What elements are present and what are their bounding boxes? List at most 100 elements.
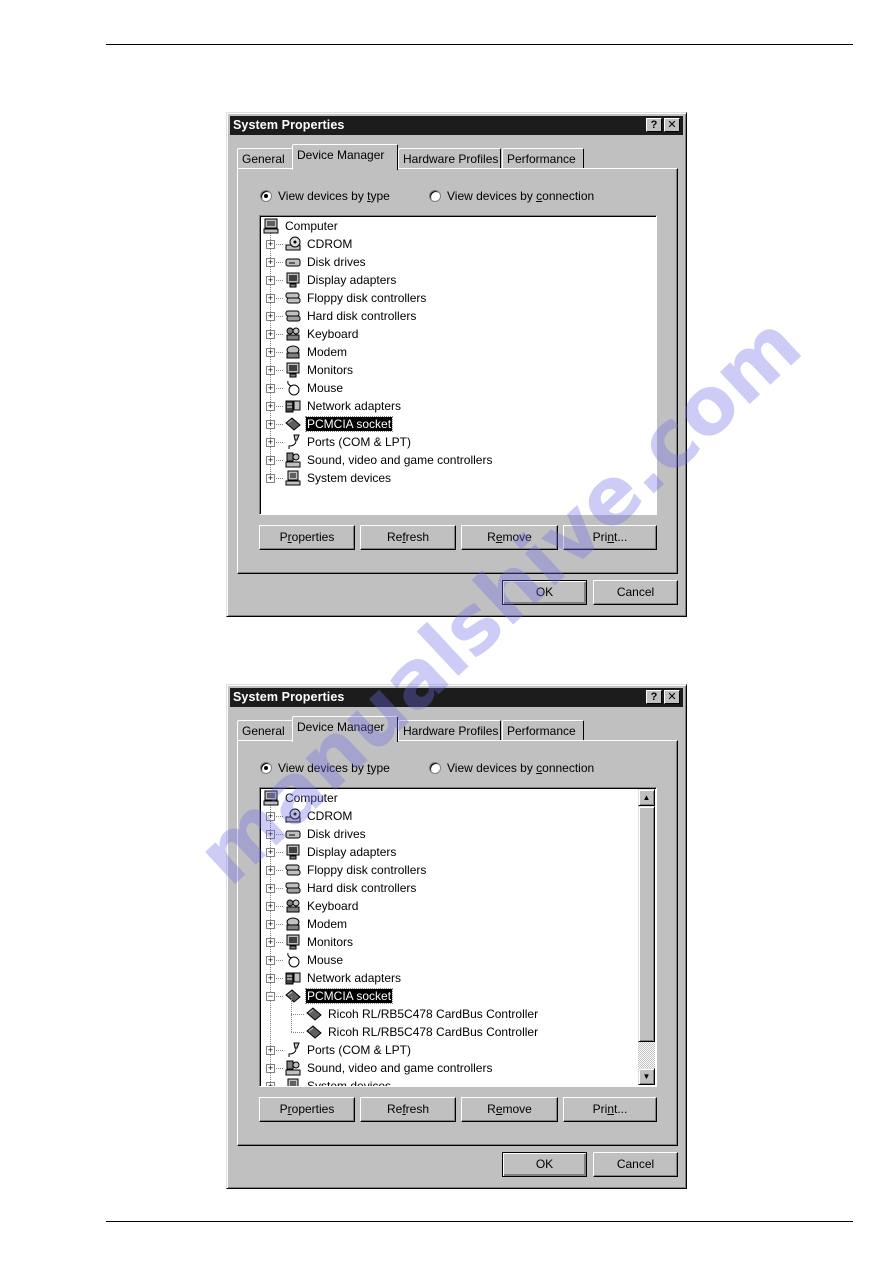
tree-category-item[interactable]: CDROM [284,807,353,825]
tree-category-item[interactable]: Network adapters [284,397,402,415]
view-by-type-radio[interactable] [260,190,272,202]
tree-category-item[interactable]: Keyboard [284,325,359,343]
expand-icon[interactable]: + [266,384,275,393]
help-button[interactable]: ? [646,690,662,704]
tree-category-item[interactable]: Monitors [284,361,354,379]
print-button[interactable]: Print... [563,1097,657,1122]
tab-device-manager[interactable]: Device Manager [292,716,398,742]
expand-icon[interactable]: + [266,848,275,857]
tree-category-item[interactable]: PCMCIA socket [284,987,394,1005]
tree-root-item[interactable]: Computer [262,789,339,807]
tree-category-item[interactable]: Mouse [284,379,344,397]
tree-scrollbar[interactable]: ▲ ▼ [638,789,655,1085]
device-tree[interactable]: Computer CDROM + Disk drives + Display adapte… [259,787,657,1087]
tree-category-item[interactable]: Floppy disk controllers [284,861,427,879]
tree-category-item[interactable]: Mouse [284,951,344,969]
tree-category-item[interactable]: Sound, video and game controllers [284,1059,493,1077]
tree-category-item[interactable]: PCMCIA socket [284,415,394,433]
tree-category-item[interactable]: Display adapters [284,271,397,289]
expand-icon[interactable]: + [266,1046,275,1055]
collapse-icon[interactable]: − [266,992,275,1001]
tree-category-item[interactable]: Floppy disk controllers [284,289,427,307]
expand-icon[interactable]: + [266,830,275,839]
expand-icon[interactable]: + [266,1082,275,1086]
expand-icon[interactable]: + [266,956,275,965]
scroll-up-button[interactable]: ▲ [638,789,655,806]
view-by-connection-option[interactable]: View devices by connection [429,189,594,203]
expand-icon[interactable]: + [266,438,275,447]
tree-category-item[interactable]: Disk drives [284,253,367,271]
expand-icon[interactable]: + [266,312,275,321]
help-button[interactable]: ? [646,118,662,132]
cancel-button[interactable]: Cancel [593,580,678,605]
refresh-button[interactable]: Refresh [360,1097,456,1122]
tab-general[interactable]: General [237,720,293,740]
tab-performance[interactable]: Performance [502,720,584,740]
tree-category-item[interactable]: Ports (COM & LPT) [284,1041,412,1059]
expand-icon[interactable]: + [266,348,275,357]
expand-icon[interactable]: + [266,294,275,303]
ok-button[interactable]: OK [502,1152,587,1177]
expand-icon[interactable]: + [266,330,275,339]
tree-category-item[interactable]: Ports (COM & LPT) [284,433,412,451]
tree-root-item[interactable]: Computer [262,217,339,235]
tree-category-item[interactable]: Sound, video and game controllers [284,451,493,469]
tab-device-manager[interactable]: Device Manager [292,144,398,170]
tree-category-item[interactable]: System devices [284,469,392,487]
expand-icon[interactable]: + [266,366,275,375]
tab-hardware-profiles[interactable]: Hardware Profiles [398,148,501,168]
title-bar[interactable]: System Properties ? ✕ [230,116,683,135]
tab-general[interactable]: General [237,148,293,168]
view-by-type-option[interactable]: View devices by type [260,761,390,775]
expand-icon[interactable]: + [266,974,275,983]
tree-category-item[interactable]: System devices [284,1077,392,1086]
tree-device-item[interactable]: Ricoh RL/RB5C478 CardBus Controller [305,1005,539,1023]
expand-icon[interactable]: + [266,474,275,483]
tree-category-item[interactable]: Keyboard [284,897,359,915]
expand-icon[interactable]: + [266,240,275,249]
close-button[interactable]: ✕ [664,118,680,132]
expand-icon[interactable]: + [266,920,275,929]
tree-category-item[interactable]: Hard disk controllers [284,879,417,897]
remove-button[interactable]: Remove [461,1097,558,1122]
remove-button[interactable]: Remove [461,525,558,550]
expand-icon[interactable]: + [266,812,275,821]
tab-performance[interactable]: Performance [502,148,584,168]
tab-hardware-profiles[interactable]: Hardware Profiles [398,720,501,740]
expand-icon[interactable]: + [266,402,275,411]
title-bar[interactable]: System Properties ? ✕ [230,688,683,707]
tree-category-item[interactable]: Monitors [284,933,354,951]
device-tree[interactable]: Computer CDROM + Disk drives + Display adapte… [259,215,657,515]
tree-category-item[interactable]: CDROM [284,235,353,253]
properties-button[interactable]: Properties [259,1097,355,1122]
expand-icon[interactable]: + [266,276,275,285]
tree-category-item[interactable]: Modem [284,343,348,361]
refresh-button[interactable]: Refresh [360,525,456,550]
cancel-button[interactable]: Cancel [593,1152,678,1177]
expand-icon[interactable]: + [266,258,275,267]
expand-icon[interactable]: + [266,1064,275,1073]
tree-category-item[interactable]: Display adapters [284,843,397,861]
view-by-connection-radio[interactable] [429,190,441,202]
properties-button[interactable]: Properties [259,525,355,550]
print-button[interactable]: Print... [563,525,657,550]
tree-category-item[interactable]: Modem [284,915,348,933]
tree-category-item[interactable]: Hard disk controllers [284,307,417,325]
tree-device-item[interactable]: Ricoh RL/RB5C478 CardBus Controller [305,1023,539,1041]
expand-icon[interactable]: + [266,884,275,893]
expand-icon[interactable]: + [266,866,275,875]
scroll-down-button[interactable]: ▼ [638,1068,655,1085]
expand-icon[interactable]: + [266,902,275,911]
tree-category-item[interactable]: Network adapters [284,969,402,987]
expand-icon[interactable]: + [266,420,275,429]
view-by-type-radio[interactable] [260,762,272,774]
tree-category-item[interactable]: Disk drives [284,825,367,843]
view-by-type-option[interactable]: View devices by type [260,189,390,203]
ok-button[interactable]: OK [502,580,587,605]
expand-icon[interactable]: + [266,938,275,947]
expand-icon[interactable]: + [266,456,275,465]
view-by-connection-option[interactable]: View devices by connection [429,761,594,775]
scroll-thumb[interactable] [638,806,655,1042]
close-button[interactable]: ✕ [664,690,680,704]
view-by-connection-radio[interactable] [429,762,441,774]
